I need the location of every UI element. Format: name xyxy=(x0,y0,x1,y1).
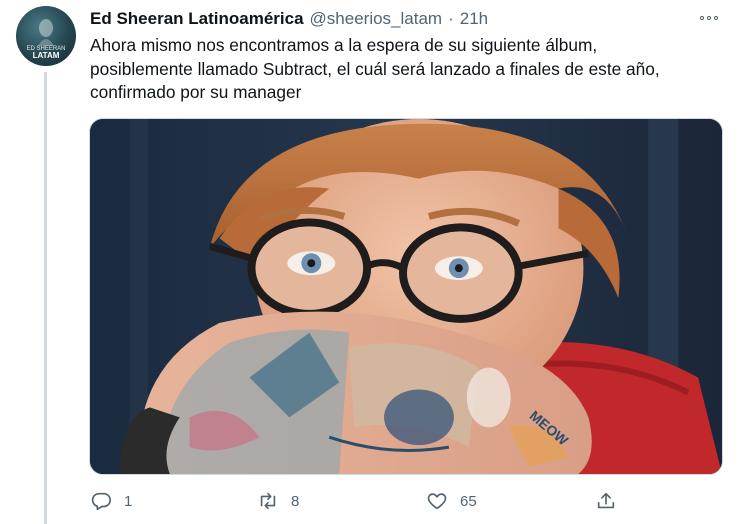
timestamp[interactable]: 21h xyxy=(460,9,488,29)
retweet-button[interactable]: 8 xyxy=(257,486,299,516)
thread-line xyxy=(44,72,47,524)
retweet-icon xyxy=(260,492,276,510)
tweet[interactable]: ED SHEERAN LATAM Ed Sheeran Latinoaméric… xyxy=(0,0,742,524)
separator-dot: · xyxy=(448,9,454,28)
like-button[interactable]: 65 xyxy=(426,486,477,516)
tweet-text: Ahora mismo nos encontramos a la espera … xyxy=(90,34,730,105)
display-name[interactable]: Ed Sheeran Latinoamérica xyxy=(90,9,304,29)
reply-bubble-icon xyxy=(91,492,111,511)
reply-count: 1 xyxy=(124,492,133,510)
svg-text:LATAM: LATAM xyxy=(33,51,60,60)
retweet-count: 8 xyxy=(291,492,300,510)
share-upload-icon xyxy=(597,492,615,509)
tweet-text-line: confirmado por su manager xyxy=(90,82,302,103)
like-count: 65 xyxy=(460,492,477,510)
user-handle[interactable]: @sheerios_latam xyxy=(310,9,443,29)
tweet-text-line: Ahora mismo nos encontramos a la espera … xyxy=(90,35,598,55)
action-bar: 1 8 65 xyxy=(88,486,628,516)
share-button[interactable] xyxy=(595,486,617,516)
more-horizontal-icon[interactable] xyxy=(696,10,722,26)
heart-icon xyxy=(427,493,447,510)
tweet-header: Ed Sheeran Latinoamérica @sheerios_latam… xyxy=(90,8,488,30)
avatar[interactable]: ED SHEERAN LATAM xyxy=(16,6,76,66)
tweet-photo[interactable]: MEOW xyxy=(89,118,723,475)
reply-button[interactable]: 1 xyxy=(90,486,132,516)
tweet-text-line: posiblemente llamado Subtract, el cuál s… xyxy=(90,58,660,79)
